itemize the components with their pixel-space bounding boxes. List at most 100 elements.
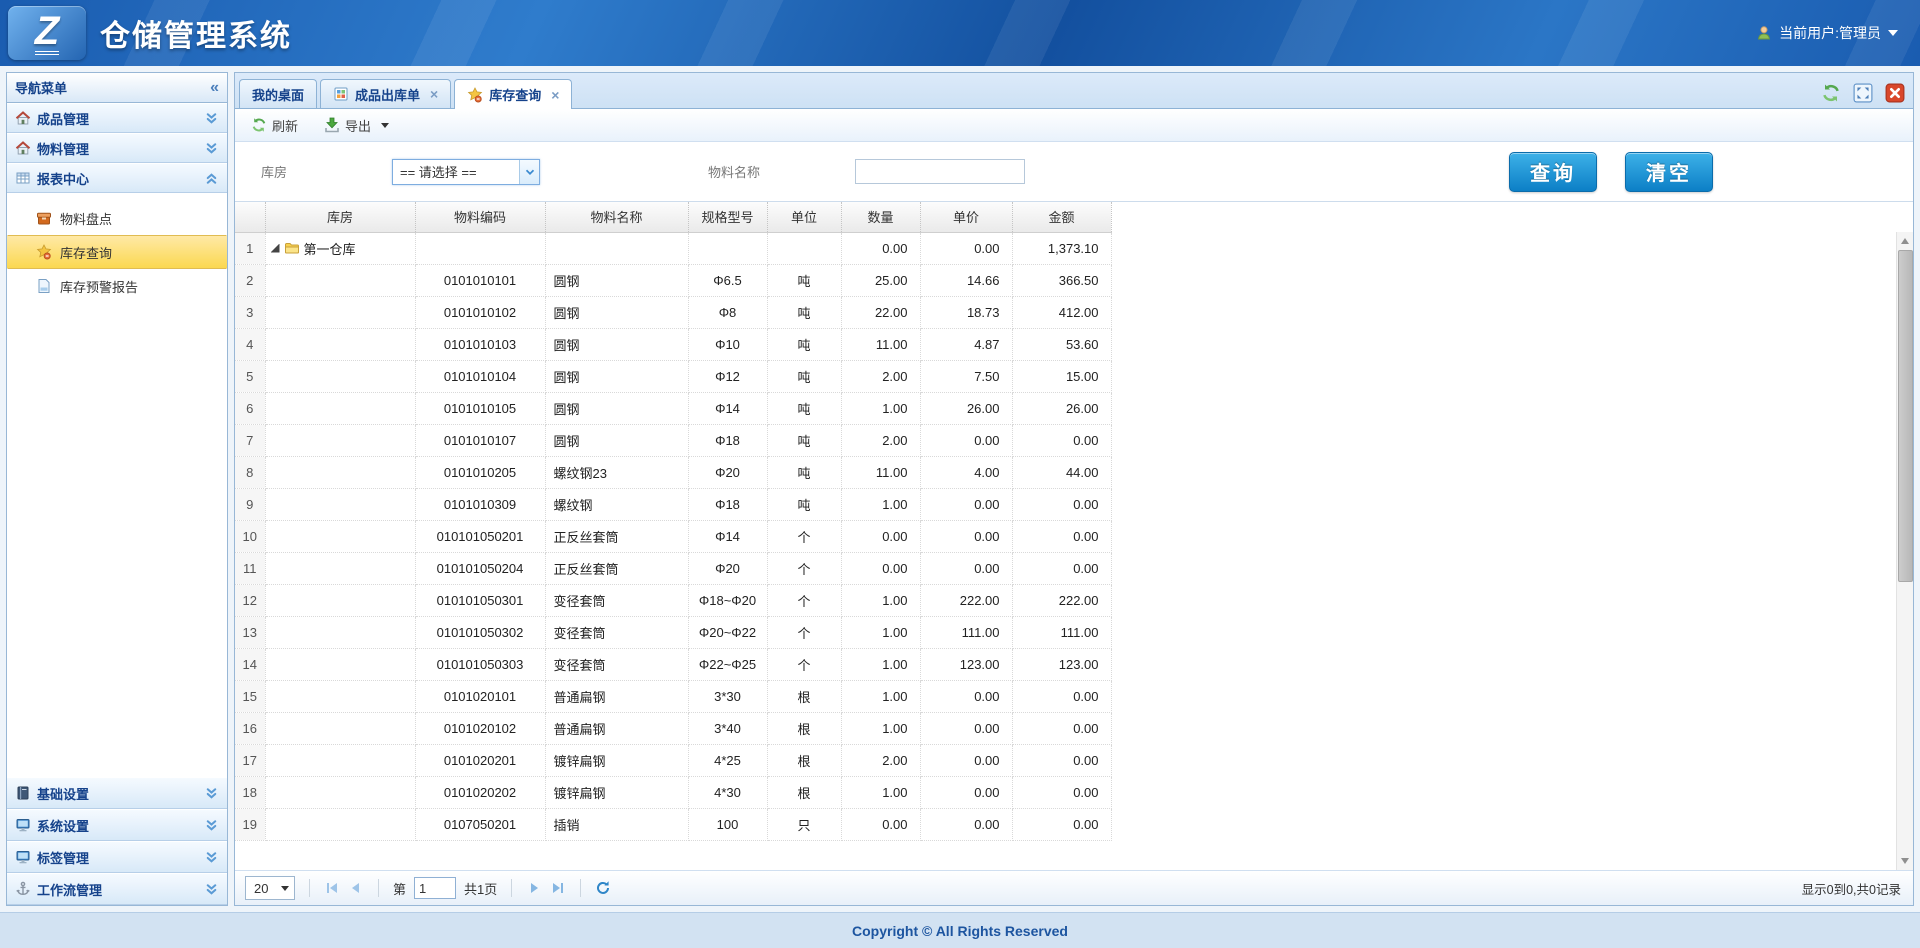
column-header[interactable]: 库房 <box>265 202 415 232</box>
refresh-button[interactable]: 刷新 <box>247 113 302 138</box>
cell-unit: 吨 <box>767 328 841 360</box>
sidebar-item-basic-settings[interactable]: 基础设置 <box>7 777 227 809</box>
column-header[interactable]: 金额 <box>1012 202 1111 232</box>
cell-material-name: 圆钢 <box>545 296 688 328</box>
chevron-double-down-icon <box>204 850 219 865</box>
sidebar-item-material-stocktake[interactable]: 物料盘点 <box>7 201 227 235</box>
prev-page-button[interactable] <box>348 880 364 896</box>
user-menu[interactable]: 当前用户:管理员 <box>1756 23 1898 43</box>
table-group-row[interactable]: 1第一仓库0.000.001,373.10 <box>235 232 1111 264</box>
sidebar-item-system-settings[interactable]: 系统设置 <box>7 809 227 841</box>
tab-my-desktop[interactable]: 我的桌面 <box>239 79 317 108</box>
cell-quantity: 1.00 <box>841 616 920 648</box>
table-row[interactable]: 180101020202镀锌扁钢4*30根1.000.000.00 <box>235 776 1111 808</box>
column-header[interactable]: 单位 <box>767 202 841 232</box>
table-row[interactable]: 11010101050204正反丝套筒Φ20个0.000.000.00 <box>235 552 1111 584</box>
scrollbar-thumb[interactable] <box>1898 250 1913 582</box>
sidebar-group-label: 系统设置 <box>37 816 89 835</box>
maximize-icon[interactable] <box>1853 83 1873 103</box>
cell-spec: Φ20~Φ22 <box>688 616 767 648</box>
sidebar-item-product-mgmt[interactable]: 成品管理 <box>7 103 227 133</box>
close-tab-icon[interactable]: × <box>551 88 559 102</box>
sidebar-item-inventory-warning-report[interactable]: 库存预警报告 <box>7 269 227 303</box>
column-header[interactable]: 规格型号 <box>688 202 767 232</box>
page-number-input[interactable] <box>414 877 456 899</box>
next-page-button[interactable] <box>526 880 542 896</box>
tab-bar: 我的桌面成品出库单×库存查询× <box>235 73 1913 109</box>
last-page-button[interactable] <box>550 880 566 896</box>
cell-material-code: 0101010102 <box>415 296 545 328</box>
cell-spec: Φ8 <box>688 296 767 328</box>
close-panel-icon[interactable] <box>1885 83 1905 103</box>
sidebar-group-label: 标签管理 <box>37 848 89 867</box>
column-header[interactable]: 物料编码 <box>415 202 545 232</box>
table-row[interactable]: 40101010103圆钢Φ10吨11.004.8753.60 <box>235 328 1111 360</box>
table-row[interactable]: 30101010102圆钢Φ8吨22.0018.73412.00 <box>235 296 1111 328</box>
table-row[interactable]: 80101010205螺纹钢23Φ20吨11.004.0044.00 <box>235 456 1111 488</box>
cell-unit-price: 0.00 <box>920 776 1012 808</box>
cell-amount: 366.50 <box>1012 264 1111 296</box>
sidebar-item-inventory-query[interactable]: 库存查询 <box>7 235 227 269</box>
cell-amount: 412.00 <box>1012 296 1111 328</box>
sidebar-item-workflow-mgmt[interactable]: 工作流管理 <box>7 873 227 905</box>
table-row[interactable]: 160101020102普通扁钢3*40根1.000.000.00 <box>235 712 1111 744</box>
scroll-up-icon[interactable] <box>1897 233 1913 249</box>
collapse-sidebar-icon[interactable]: « <box>210 80 219 96</box>
sidebar-item-label-mgmt[interactable]: 标签管理 <box>7 841 227 873</box>
table-header-row: 库房物料编码物料名称规格型号单位数量单价金额 <box>235 202 1111 232</box>
tab-tools <box>1821 83 1905 108</box>
table-row[interactable]: 150101020101普通扁钢3*30根1.000.000.00 <box>235 680 1111 712</box>
sidebar-item-material-mgmt[interactable]: 物料管理 <box>7 133 227 163</box>
column-header[interactable]: 单价 <box>920 202 1012 232</box>
app-title: 仓储管理系统 <box>100 11 292 55</box>
sidebar-group-label: 基础设置 <box>37 784 89 803</box>
cell-unit-price: 111.00 <box>920 616 1012 648</box>
table-row[interactable]: 14010101050303变径套筒Φ22~Φ25个1.00123.00123.… <box>235 648 1111 680</box>
export-button[interactable]: 导出 <box>320 113 393 138</box>
cell-material-name: 普通扁钢 <box>545 712 688 744</box>
table-row[interactable]: 60101010105圆钢Φ14吨1.0026.0026.00 <box>235 392 1111 424</box>
cell-warehouse <box>265 520 415 552</box>
cell-unit: 吨 <box>767 456 841 488</box>
cell-material-name: 螺纹钢23 <box>545 456 688 488</box>
scroll-down-icon[interactable] <box>1897 853 1913 869</box>
sidebar-item-report-center[interactable]: 报表中心 <box>7 163 227 193</box>
cell-unit-price: 4.00 <box>920 456 1012 488</box>
chevron-down-icon <box>381 123 389 128</box>
refresh-tab-icon[interactable] <box>1821 83 1841 103</box>
cell-quantity: 25.00 <box>841 264 920 296</box>
cell-material-name: 圆钢 <box>545 264 688 296</box>
reload-page-icon[interactable] <box>595 880 611 896</box>
table-row[interactable]: 20101010101圆钢Φ6.5吨25.0014.66366.50 <box>235 264 1111 296</box>
table-row[interactable]: 10010101050201正反丝套筒Φ14个0.000.000.00 <box>235 520 1111 552</box>
table-row[interactable]: 90101010309螺纹钢Φ18吨1.000.000.00 <box>235 488 1111 520</box>
cell-warehouse <box>265 808 415 840</box>
cell-unit-price: 0.00 <box>920 808 1012 840</box>
table-row[interactable]: 12010101050301变径套筒Φ18~Φ20个1.00222.00222.… <box>235 584 1111 616</box>
sidebar-header: 导航菜单 « <box>7 73 227 103</box>
tab-inventory-query[interactable]: 库存查询× <box>454 79 572 109</box>
cell-quantity: 2.00 <box>841 424 920 456</box>
cell-material-code: 010101050303 <box>415 648 545 680</box>
cell-rownum: 13 <box>235 616 265 648</box>
cell-warehouse <box>265 360 415 392</box>
table-row[interactable]: 13010101050302变径套筒Φ20~Φ22个1.00111.00111.… <box>235 616 1111 648</box>
cell-unit: 吨 <box>767 360 841 392</box>
close-tab-icon[interactable]: × <box>430 87 438 101</box>
tab-product-outbound-order[interactable]: 成品出库单× <box>320 79 451 108</box>
cell-material-name: 正反丝套筒 <box>545 520 688 552</box>
table-row[interactable]: 190107050201插销100只0.000.000.00 <box>235 808 1111 840</box>
warehouse-select[interactable]: == 请选择 == <box>392 159 540 185</box>
table-row[interactable]: 70101010107圆钢Φ18吨2.000.000.00 <box>235 424 1111 456</box>
tree-expander-icon[interactable] <box>271 244 280 253</box>
table-row[interactable]: 170101020201镀锌扁钢4*25根2.000.000.00 <box>235 744 1111 776</box>
page-size-select[interactable]: 20 <box>245 876 295 900</box>
query-button[interactable]: 查询 <box>1509 152 1597 192</box>
first-page-button[interactable] <box>324 880 340 896</box>
clear-button[interactable]: 清空 <box>1625 152 1713 192</box>
material-name-input[interactable] <box>855 159 1025 184</box>
table-row[interactable]: 50101010104圆钢Φ12吨2.007.5015.00 <box>235 360 1111 392</box>
column-header[interactable]: 数量 <box>841 202 920 232</box>
column-header[interactable]: 物料名称 <box>545 202 688 232</box>
vertical-scrollbar[interactable] <box>1896 232 1913 870</box>
